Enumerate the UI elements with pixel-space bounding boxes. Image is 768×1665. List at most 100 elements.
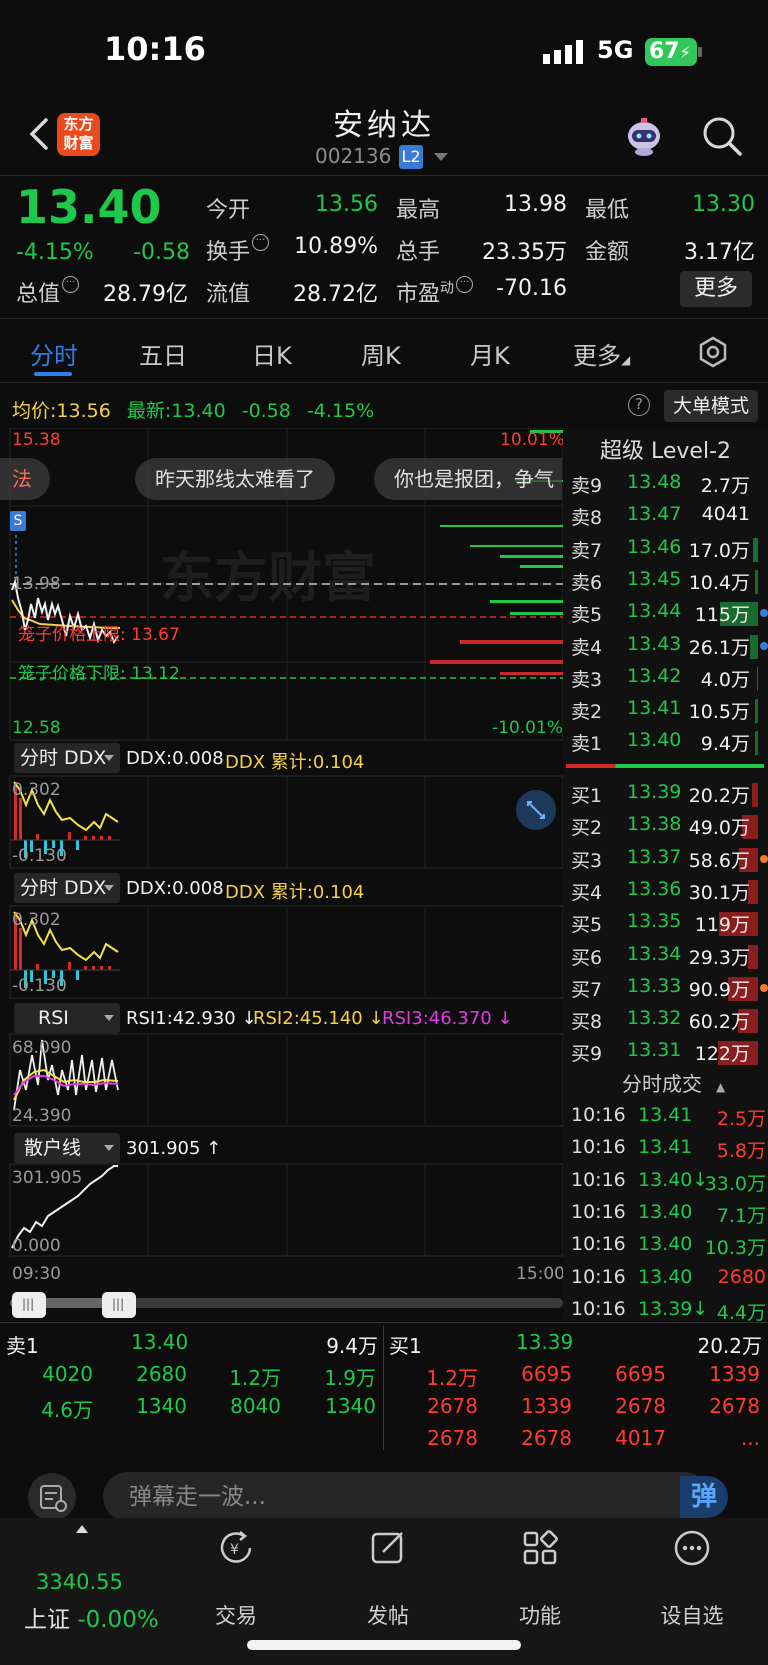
signal-icon (543, 40, 583, 64)
tab-monthly-k[interactable]: 月K (470, 336, 510, 371)
bid-row[interactable]: 买6 13.34 29.3万 (571, 939, 768, 971)
level-price: 13.42 (627, 664, 682, 687)
nav-add-watchlist[interactable]: 设自选 (632, 1600, 752, 1630)
bid-row[interactable]: 买9 13.31 122万 (571, 1035, 768, 1067)
robot-assistant-icon[interactable] (622, 114, 666, 158)
range-handle-left[interactable]: ||| (12, 1292, 46, 1318)
level-volume: 29.3万 (688, 946, 750, 969)
high-label: 最高 (396, 198, 441, 223)
tick-row: 10:16 13.40↓ 33.0万 (571, 1165, 766, 1197)
y-top-label: 15.38 (12, 430, 61, 450)
bid-row[interactable]: 买5 13.35 119万 (571, 906, 768, 938)
bid-row[interactable]: 买1 13.39 20.2万 (571, 777, 768, 809)
ask-row[interactable]: 卖8 13.47 4041 (571, 499, 768, 531)
queue-cell: 1.2万 (229, 1366, 281, 1390)
low-value: 13.30 (692, 192, 755, 217)
queue-cell: 6695 (615, 1362, 666, 1386)
bid-row[interactable]: 买7 13.33 90.9万 (571, 971, 768, 1003)
send-barrage-button[interactable]: 弹 (680, 1476, 728, 1518)
change-amount: -0.58 (133, 240, 190, 265)
ask-row[interactable]: 卖2 13.41 10.5万 (571, 693, 768, 725)
indicator-selector[interactable]: RSI (14, 1003, 120, 1033)
level-volume: 4.0万 (700, 668, 750, 691)
ask-row[interactable]: 卖4 13.43 26.1万 (571, 629, 768, 661)
indicator-selector[interactable]: 分时 DDX (14, 743, 120, 773)
level-price: 13.44 (627, 600, 682, 623)
change-percent: -4.15% (16, 240, 94, 265)
ask-row[interactable]: 卖3 13.42 4.0万 (571, 661, 768, 693)
tick-time: 10:16 (571, 1136, 626, 1159)
index-value[interactable]: 3340.55 (36, 1570, 123, 1594)
tick-volume: 2.5万 (716, 1108, 766, 1130)
big-order-mode-button[interactable]: 大单模式 (664, 390, 758, 422)
search-icon[interactable] (700, 114, 744, 158)
nav-post[interactable]: 发帖 (328, 1600, 448, 1630)
ask-row[interactable]: 卖6 13.45 10.4万 (571, 564, 768, 596)
trade-icon[interactable]: ¥ (216, 1528, 256, 1568)
barrage-toggle-icon[interactable] (28, 1473, 76, 1521)
bid-row[interactable]: 买8 13.32 60.2万 (571, 1003, 768, 1035)
indicator-selector[interactable]: 分时 DDX (14, 873, 120, 903)
level-label: 卖4 (571, 636, 603, 659)
apps-icon[interactable] (520, 1528, 560, 1568)
tick-price: 13.40↓ (638, 1168, 709, 1191)
tab-weekly-k[interactable]: 周K (361, 336, 401, 371)
tick-row: 10:16 13.41 2.5万 (571, 1100, 766, 1132)
level-price: 13.43 (627, 632, 682, 655)
ticks-title[interactable]: 分时成交 ▲ (566, 1068, 766, 1097)
tick-row: 10:16 13.40 2680 (571, 1262, 766, 1294)
nav-trade[interactable]: 交易 (176, 1600, 296, 1630)
more-dots-icon[interactable] (672, 1528, 712, 1568)
level-price: 13.46 (627, 535, 682, 558)
info-icon[interactable]: ··· (62, 276, 80, 293)
divider (0, 175, 768, 176)
level-volume: 90.9万 (688, 978, 750, 1001)
bid-row[interactable]: 买3 13.37 58.6万 (571, 842, 768, 874)
chevron-down-icon[interactable] (434, 153, 448, 161)
sell-marker[interactable]: S (10, 511, 26, 531)
ask-row[interactable]: 卖1 13.40 9.4万 (571, 725, 768, 757)
rsi3-value: RSI3:46.370 ↓ (382, 1008, 513, 1029)
nav-functions[interactable]: 功能 (480, 1600, 600, 1630)
tab-intraday[interactable]: 分时 (30, 336, 78, 371)
more-button[interactable]: 更多 (680, 271, 752, 307)
bid-row[interactable]: 买4 13.36 30.1万 (571, 874, 768, 906)
info-icon[interactable]: ··· (252, 234, 270, 251)
intraday-chart[interactable]: 东方财富 (0, 428, 564, 1313)
bid-row[interactable]: 买2 13.38 49.0万 (571, 809, 768, 841)
queue-cell: 1339 (709, 1362, 760, 1386)
cage-lower-label: 笼子价格下限: 13.12 (18, 664, 180, 684)
queue-cell: 4.6万 (41, 1398, 93, 1422)
level-label: 卖3 (571, 668, 603, 691)
rsi2-value: RSI2:45.140 ↓ (253, 1008, 384, 1029)
level-price: 13.41 (627, 697, 682, 720)
pe-value: -70.16 (496, 276, 567, 301)
level-label: 卖7 (571, 539, 603, 562)
y-bottom-label: 12.58 (12, 718, 61, 738)
float-cap-label: 流值 (206, 282, 251, 307)
ask-row[interactable]: 卖9 13.48 2.7万 (571, 467, 768, 499)
range-handle-right[interactable]: ||| (102, 1292, 136, 1318)
tab-more[interactable]: 更多◢ (573, 336, 630, 371)
network-label: 5G (597, 36, 634, 64)
index-name[interactable]: 上证 -0.00% (24, 1600, 159, 1634)
ask-row[interactable]: 卖7 13.46 17.0万 (571, 532, 768, 564)
gear-icon[interactable] (697, 336, 729, 368)
tick-time: 10:16 (571, 1104, 626, 1126)
indicator-selector[interactable]: 散户线 (14, 1133, 120, 1163)
retail-value: 301.905 ↑ (126, 1138, 222, 1159)
queue-buy-vol: 20.2万 (697, 1334, 762, 1358)
amount-value: 3.17亿 (684, 240, 755, 265)
help-icon[interactable]: ? (628, 394, 650, 416)
expand-icon[interactable] (516, 790, 556, 830)
amount-label: 金额 (585, 240, 630, 265)
tab-five-day[interactable]: 五日 (139, 336, 187, 371)
level-volume: 17.0万 (688, 539, 750, 562)
tab-daily-k[interactable]: 日K (252, 336, 292, 371)
ask-row[interactable]: 卖5 13.44 115万 (571, 596, 768, 628)
queue-cell: 4017 (615, 1426, 666, 1450)
ddx-cum-value: DDX 累计:0.104 (225, 752, 365, 773)
turnover-value: 10.89% (294, 234, 378, 259)
barrage-input[interactable]: 弹幕走一波... (103, 1472, 709, 1522)
post-icon[interactable] (368, 1528, 408, 1568)
